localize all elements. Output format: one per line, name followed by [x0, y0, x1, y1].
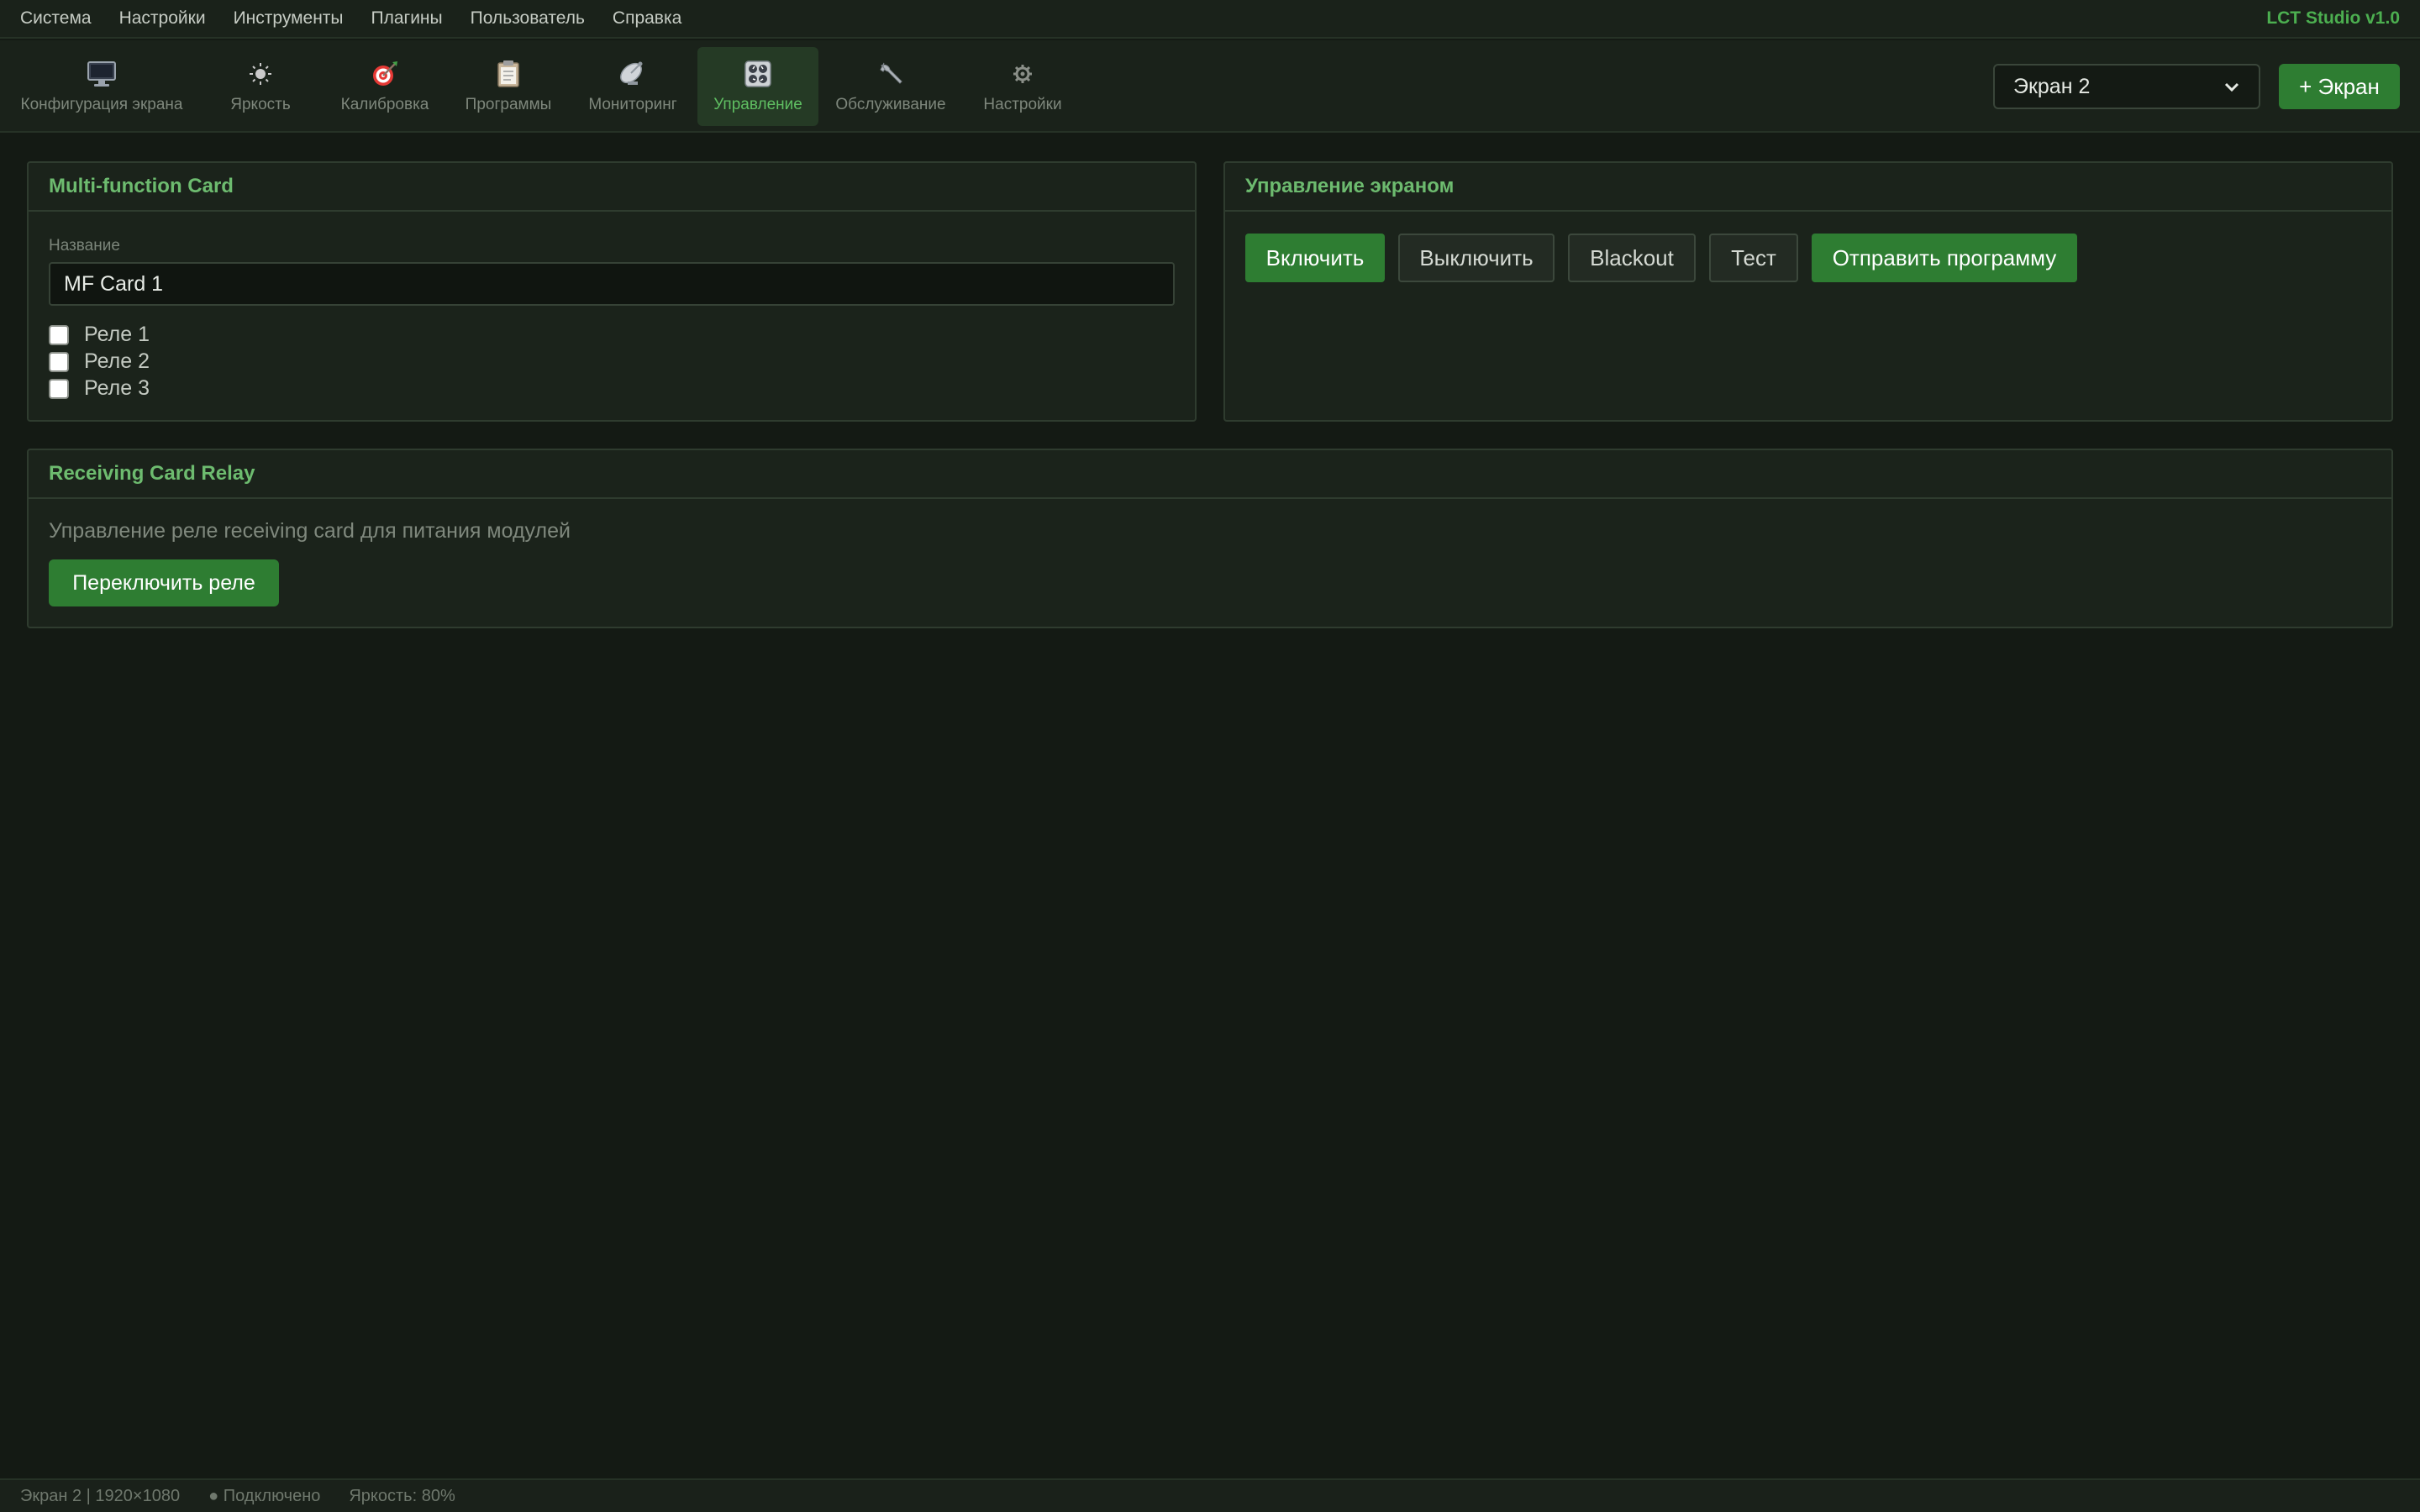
status-brightness: Яркость: 80%	[349, 1486, 455, 1505]
menu-plugins[interactable]: Плагины	[371, 8, 443, 29]
tool-label: Мониторинг	[588, 96, 677, 113]
target-icon	[368, 57, 402, 91]
tool-label: Обслуживание	[835, 96, 946, 113]
test-button[interactable]: Тест	[1709, 234, 1798, 282]
tool-label: Управление	[713, 96, 802, 113]
panel-title: Управление экраном	[1225, 163, 2391, 212]
tool-maintenance[interactable]: Обслуживание	[830, 47, 951, 126]
sun-icon	[244, 57, 277, 91]
blackout-button[interactable]: Blackout	[1568, 234, 1696, 282]
tool-label: Яркость	[230, 96, 291, 113]
monitor-icon	[85, 57, 118, 91]
relay-3-checkbox-row[interactable]: Реле 3	[49, 376, 150, 401]
power-on-button[interactable]: Включить	[1245, 234, 1385, 282]
relay-2-checkbox-row[interactable]: Реле 2	[49, 349, 150, 374]
tool-screen-config[interactable]: Конфигурация экрана	[15, 47, 188, 126]
relay-2-checkbox[interactable]	[49, 351, 69, 372]
panel-title: Multi-function Card	[29, 163, 1195, 212]
screen-select-value: Экран 2	[2013, 74, 2091, 98]
tool-label: Калибровка	[340, 96, 429, 113]
menu-user[interactable]: Пользователь	[471, 8, 585, 29]
relay-2-label: Реле 2	[84, 349, 150, 373]
send-program-button[interactable]: Отправить программу	[1812, 234, 2077, 282]
tool-monitoring[interactable]: Мониторинг	[580, 47, 686, 126]
relay-1-label: Реле 1	[84, 323, 150, 346]
gear-icon	[1006, 57, 1039, 91]
satellite-icon	[616, 57, 650, 91]
relay-1-checkbox[interactable]	[49, 324, 69, 345]
relay-description: Управление реле receiving card для питан…	[49, 519, 571, 543]
status-screen-info: Экран 2 | 1920×1080	[20, 1486, 181, 1505]
control-panel-icon	[741, 57, 775, 91]
menu-help[interactable]: Справка	[613, 8, 681, 29]
relay-3-checkbox[interactable]	[49, 378, 69, 399]
power-off-button[interactable]: Выключить	[1398, 234, 1555, 282]
chevron-down-icon	[2223, 75, 2240, 99]
menu-tools[interactable]: Инструменты	[234, 8, 344, 29]
toggle-relay-button[interactable]: Переключить реле	[49, 559, 279, 606]
clipboard-icon	[492, 57, 525, 91]
tool-label: Настройки	[983, 96, 1062, 113]
tool-label: Конфигурация экрана	[20, 96, 183, 113]
relay-3-label: Реле 3	[84, 376, 150, 400]
screen-select[interactable]: Экран 2	[1993, 64, 2260, 109]
tool-calibration[interactable]: Калибровка	[333, 47, 437, 126]
receiving-card-relay-panel: Receiving Card Relay Управление реле rec…	[27, 449, 2393, 628]
tool-brightness[interactable]: Яркость	[218, 47, 302, 126]
menu-bar: Система Настройки Инструменты Плагины По…	[0, 0, 2420, 39]
wrench-icon	[874, 57, 908, 91]
screen-control-panel: Управление экраном Включить Выключить Bl…	[1223, 161, 2393, 422]
tool-label: Программы	[465, 96, 552, 113]
panel-title: Receiving Card Relay	[29, 450, 2391, 499]
menu-system[interactable]: Система	[20, 8, 92, 29]
status-bar: Экран 2 | 1920×1080 ● Подключено Яркость…	[0, 1478, 2420, 1512]
status-connection: ● Подключено	[208, 1486, 321, 1505]
tool-settings[interactable]: Настройки	[975, 47, 1071, 126]
tool-control[interactable]: Управление	[697, 47, 818, 126]
relay-1-checkbox-row[interactable]: Реле 1	[49, 323, 150, 347]
tool-programs[interactable]: Программы	[455, 47, 561, 126]
card-name-input[interactable]	[49, 262, 1175, 306]
app-version: LCT Studio v1.0	[2266, 8, 2400, 28]
main-toolbar: Конфигурация экрана Яркость Калибровка П…	[0, 40, 2420, 133]
add-screen-button[interactable]: + Экран	[2279, 64, 2400, 109]
name-field-label: Название	[49, 237, 120, 255]
menu-settings[interactable]: Настройки	[119, 8, 206, 29]
multifunction-card-panel: Multi-function Card Название Реле 1 Реле…	[27, 161, 1197, 422]
